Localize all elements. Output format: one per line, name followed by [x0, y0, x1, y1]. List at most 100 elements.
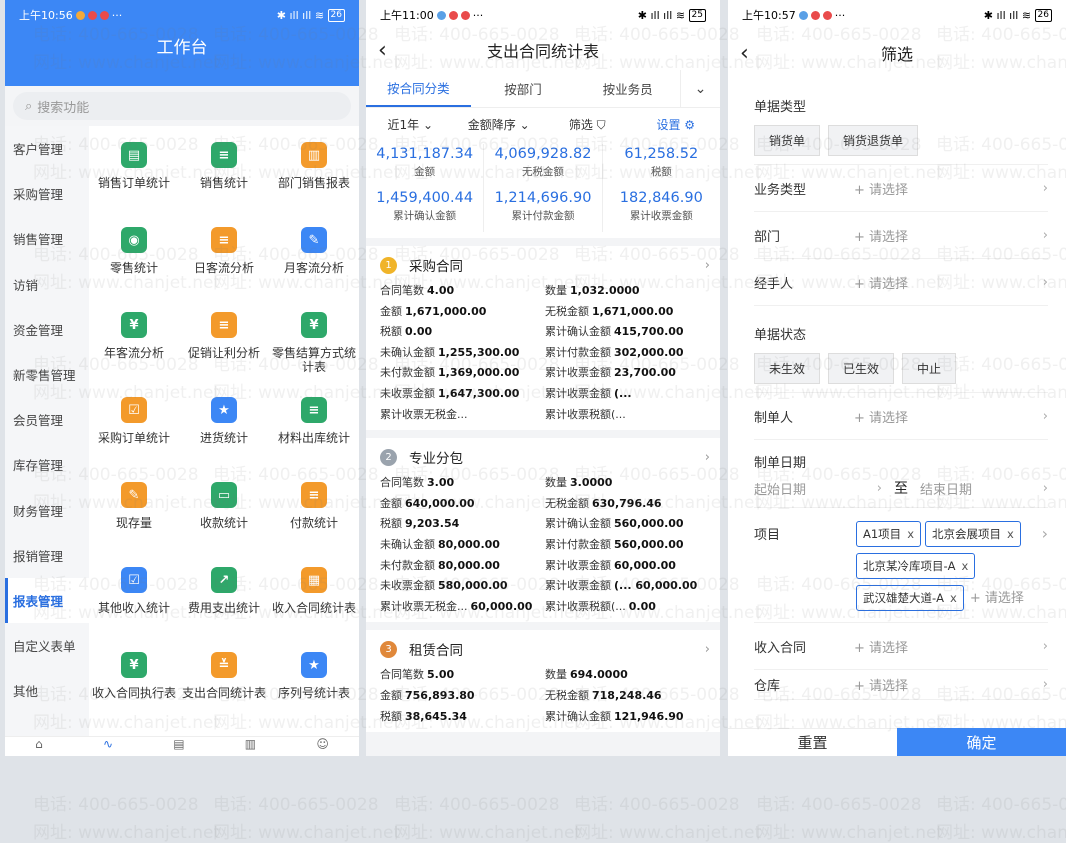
card-title: 采购合同 — [409, 259, 463, 275]
report-tile[interactable]: ★ 序列号统计表 — [269, 642, 359, 727]
chevron-down-icon[interactable]: ⌄ — [680, 70, 720, 107]
home-tab-icon[interactable]: ⌂ — [35, 737, 43, 756]
report-tile[interactable]: ≡ 销售统计 — [179, 132, 269, 217]
warehouse-row[interactable]: 仓库 + 请选择 › — [754, 670, 1048, 700]
report-tile[interactable]: ☑ 其他收入统计 — [89, 557, 179, 642]
start-date-input[interactable]: 起始日期 — [754, 479, 877, 498]
tab-by-department[interactable]: 按部门 — [471, 70, 576, 107]
add-project-button[interactable]: + 请选择 — [970, 591, 1024, 606]
field: 税额 38,645.34 — [380, 708, 545, 729]
report-icon: ▦ — [301, 567, 327, 593]
report-tile[interactable]: ≡ 日客流分析 — [179, 217, 269, 302]
doc-tab-icon[interactable]: ▤ — [173, 737, 184, 756]
status-bar: 上午10:57 ··· ✱ ıll ıll ≋ 26 — [728, 0, 1066, 30]
field: 累计收票无税金... 60,000.00 — [380, 598, 545, 619]
report-tile[interactable]: ✎ 月客流分析 — [269, 217, 359, 302]
report-tile[interactable]: ¥ 零售结算方式统计表 — [269, 302, 359, 387]
profile-tab-icon[interactable]: ☺ — [316, 737, 329, 756]
status-inactive[interactable]: 未生效 — [754, 353, 821, 384]
report-tab-icon[interactable]: ▥ — [245, 737, 256, 756]
sidebar-item[interactable]: 报表管理 — [5, 577, 89, 624]
chevron-right-icon: › — [876, 480, 882, 496]
tab-by-salesperson[interactable]: 按业务员 — [575, 70, 680, 107]
sidebar-item[interactable]: 报销管理 — [5, 533, 89, 578]
settings-button[interactable]: 设置 ⚙ — [632, 116, 721, 133]
project-tag[interactable]: 武汉雄楚大道-A x — [856, 585, 964, 611]
project-tag[interactable]: 北京某冷库项目-A x — [856, 553, 976, 579]
remove-tag-icon[interactable]: x — [907, 527, 914, 541]
back-icon[interactable]: ‹ — [378, 38, 387, 63]
report-tile[interactable]: ▦ 收入合同统计表 — [269, 557, 359, 642]
handler-row[interactable]: 经手人 + 请选择 › — [754, 259, 1048, 306]
period-filter[interactable]: 近1年 ⌄ — [366, 116, 455, 133]
report-tile[interactable]: ▥ 部门销售报表 — [269, 132, 359, 217]
report-tile[interactable]: ¥ 年客流分析 — [89, 302, 179, 387]
field-label: 累计收票金额 — [545, 558, 611, 572]
report-label: 年客流分析 — [103, 346, 164, 360]
app-badge-icon — [448, 10, 458, 20]
report-tile[interactable]: ↗ 费用支出统计 — [179, 557, 269, 642]
report-tile[interactable]: ≡ 材料出库统计 — [269, 387, 359, 472]
status-suspended[interactable]: 中止 — [902, 353, 957, 384]
doc-type-label: 单据类型 — [754, 100, 807, 115]
sidebar-item[interactable]: 采购管理 — [5, 171, 89, 216]
report-tile[interactable]: ✎ 现存量 — [89, 472, 179, 557]
field-label: 金额 — [380, 304, 402, 318]
report-tile[interactable]: ≚ 支出合同统计表 — [179, 642, 269, 727]
sidebar-item[interactable]: 会员管理 — [5, 397, 89, 442]
contract-card[interactable]: 2 专业分包 › 合同笔数 3.00 数量 3.0000 金额 640,000.00 无税金额 63… — [366, 438, 720, 623]
report-tile[interactable]: ▤ 销售订单统计 — [89, 132, 179, 217]
report-tile[interactable]: ★ 进货统计 — [179, 387, 269, 472]
report-tile[interactable]: ¥ 收入合同执行表 — [89, 642, 179, 727]
sidebar-item[interactable]: 自定义表单 — [5, 623, 89, 668]
remove-tag-icon[interactable]: x — [950, 591, 957, 605]
sidebar-item[interactable]: 访销 — [5, 262, 89, 307]
doc-type-sales[interactable]: 销货单 — [754, 125, 821, 156]
back-icon[interactable]: ‹ — [740, 41, 749, 66]
tab-by-category[interactable]: 按合同分类 — [366, 70, 471, 107]
project-tag[interactable]: 北京会展项目 x — [925, 521, 1021, 547]
contract-card[interactable]: 3 租赁合同 › 合同笔数 5.00 数量 694.0000 金额 756,893.80 无税金额… — [366, 630, 720, 733]
nav-bar: ‹ 支出合同统计表 — [366, 30, 720, 70]
status-active[interactable]: 已生效 — [828, 353, 895, 384]
sidebar-item[interactable]: 资金管理 — [5, 307, 89, 352]
sidebar-item[interactable]: 库存管理 — [5, 442, 89, 487]
stat-cell: 1,459,400.44 累计确认金额 — [366, 188, 485, 232]
remove-tag-icon[interactable]: x — [1007, 527, 1014, 541]
confirm-button[interactable]: 确定 — [897, 728, 1066, 756]
biz-type-row[interactable]: 业务类型 + 请选择 › — [754, 165, 1048, 212]
dept-row[interactable]: 部门 + 请选择 › — [754, 212, 1048, 259]
sidebar-item[interactable]: 其他 — [5, 668, 89, 713]
report-label: 付款统计 — [289, 516, 338, 530]
report-icon: ↗ — [211, 567, 237, 593]
field-value: 0.00 — [628, 599, 656, 613]
maker-row[interactable]: 制单人 + 请选择 › — [754, 393, 1048, 440]
search-input[interactable]: ⌕ 搜索功能 — [13, 92, 351, 120]
contract-card[interactable]: 1 采购合同 › 合同笔数 4.00 数量 1,032.0000 金额 1,671,000.00… — [366, 246, 720, 431]
filter-button[interactable]: 筛选 ⛉ — [543, 116, 632, 133]
doc-type-sales-return[interactable]: 销货退货单 — [828, 125, 919, 156]
report-tile[interactable]: ≡ 付款统计 — [269, 472, 359, 557]
sidebar-item[interactable]: 销售管理 — [5, 216, 89, 261]
income-contract-row[interactable]: 收入合同 + 请选择 › — [754, 623, 1048, 670]
remove-tag-icon[interactable]: x — [962, 559, 969, 573]
field-value: 3.00 — [427, 476, 455, 490]
field: 数量 1,032.0000 — [545, 282, 710, 303]
report-tile[interactable]: ≡ 促销让利分析 — [179, 302, 269, 387]
chevron-right-icon: › — [1042, 274, 1048, 290]
watermark-text: 电话: 400-665-0028 — [213, 795, 379, 815]
reset-button[interactable]: 重置 — [728, 728, 897, 756]
page-title: 筛选 — [880, 45, 913, 64]
sidebar-item[interactable]: 客户管理 — [5, 126, 89, 171]
report-tile[interactable]: ▭ 收款统计 — [179, 472, 269, 557]
sidebar-item[interactable]: 新零售管理 — [5, 352, 89, 397]
project-tag[interactable]: A1项目 x — [856, 521, 921, 547]
sort-filter[interactable]: 金额降序 ⌄ — [455, 116, 544, 133]
app-badge-icon — [822, 10, 832, 20]
sidebar-item[interactable]: 财务管理 — [5, 488, 89, 533]
report-tile[interactable]: ☑ 采购订单统计 — [89, 387, 179, 472]
field-value: 1,369,000.00 — [438, 366, 520, 380]
end-date-input[interactable]: 结束日期 — [920, 479, 1043, 498]
report-tile[interactable]: ◉ 零售统计 — [89, 217, 179, 302]
chart-tab-icon[interactable]: ∿ — [103, 737, 113, 756]
